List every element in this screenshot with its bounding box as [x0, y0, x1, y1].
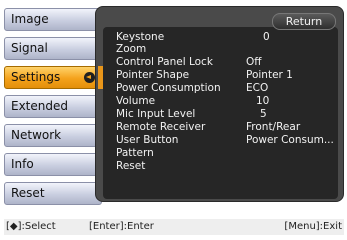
tab-signal[interactable]: Signal [4, 37, 102, 60]
tab-info[interactable]: Info [4, 153, 102, 176]
tab-network-label: Network [11, 128, 62, 142]
setting-value: 0 [263, 31, 270, 43]
tab-extended[interactable]: Extended [4, 95, 102, 118]
setting-row-volume[interactable]: Volume 10 [116, 96, 338, 107]
setting-label: Keystone [116, 31, 165, 43]
setting-row-remote-receiver[interactable]: Remote Receiver Front/Rear [116, 122, 338, 133]
status-enter-hint: [Enter]:Enter [89, 221, 154, 232]
setting-value: 10 [256, 95, 270, 107]
setting-label: Zoom [116, 43, 147, 55]
setting-label: Volume [116, 95, 156, 107]
setting-value: ECO [246, 82, 269, 94]
tab-reset[interactable]: Reset [4, 182, 102, 205]
setting-row-keystone[interactable]: Keystone 0 [116, 32, 338, 43]
tab-info-label: Info [11, 157, 34, 171]
return-button[interactable]: Return [272, 13, 336, 30]
setting-row-zoom[interactable]: Zoom [116, 44, 338, 55]
tab-image-label: Image [11, 12, 49, 26]
status-bar: [◆]:Select [Enter]:Enter [Menu]:Exit [4, 219, 344, 235]
setting-row-pointer-shape[interactable]: Pointer Shape Pointer 1 [116, 70, 338, 81]
tab-settings-label: Settings [11, 70, 61, 84]
setting-row-control-panel-lock[interactable]: Control Panel Lock Off [116, 57, 338, 68]
tab-signal-label: Signal [11, 41, 48, 55]
setting-value: Front/Rear [246, 121, 301, 133]
setting-row-pattern[interactable]: Pattern [116, 148, 338, 159]
tab-settings[interactable]: Settings [4, 66, 102, 89]
selected-arrow-icon [84, 72, 95, 83]
setting-value: Power Consum... [246, 134, 334, 146]
setting-label: Pattern [116, 147, 154, 159]
setting-label: Mic Input Level [116, 108, 196, 120]
setting-value: Off [246, 56, 262, 68]
setting-label: Pointer Shape [116, 69, 190, 81]
status-select-hint: [◆]:Select [6, 221, 56, 232]
tab-extended-label: Extended [11, 99, 68, 113]
setting-row-power-consumption[interactable]: Power Consumption ECO [116, 83, 338, 94]
status-exit-hint: [Menu]:Exit [284, 221, 342, 232]
setting-row-user-button[interactable]: User Button Power Consum... [116, 135, 338, 146]
setting-label: Control Panel Lock [116, 56, 213, 68]
setting-label: Power Consumption [116, 82, 221, 94]
projector-osd-menu: Image Signal Settings Extended Network I… [0, 0, 347, 240]
setting-row-reset[interactable]: Reset [116, 161, 338, 172]
setting-label: Remote Receiver [116, 121, 206, 133]
setting-value: Pointer 1 [246, 69, 293, 81]
setting-value: 5 [260, 108, 267, 120]
tab-reset-label: Reset [11, 186, 45, 200]
tab-image[interactable]: Image [4, 8, 102, 31]
setting-label: User Button [116, 134, 179, 146]
tab-network[interactable]: Network [4, 124, 102, 147]
setting-label: Reset [116, 160, 146, 172]
setting-row-mic-input-level[interactable]: Mic Input Level 5 [116, 109, 338, 120]
